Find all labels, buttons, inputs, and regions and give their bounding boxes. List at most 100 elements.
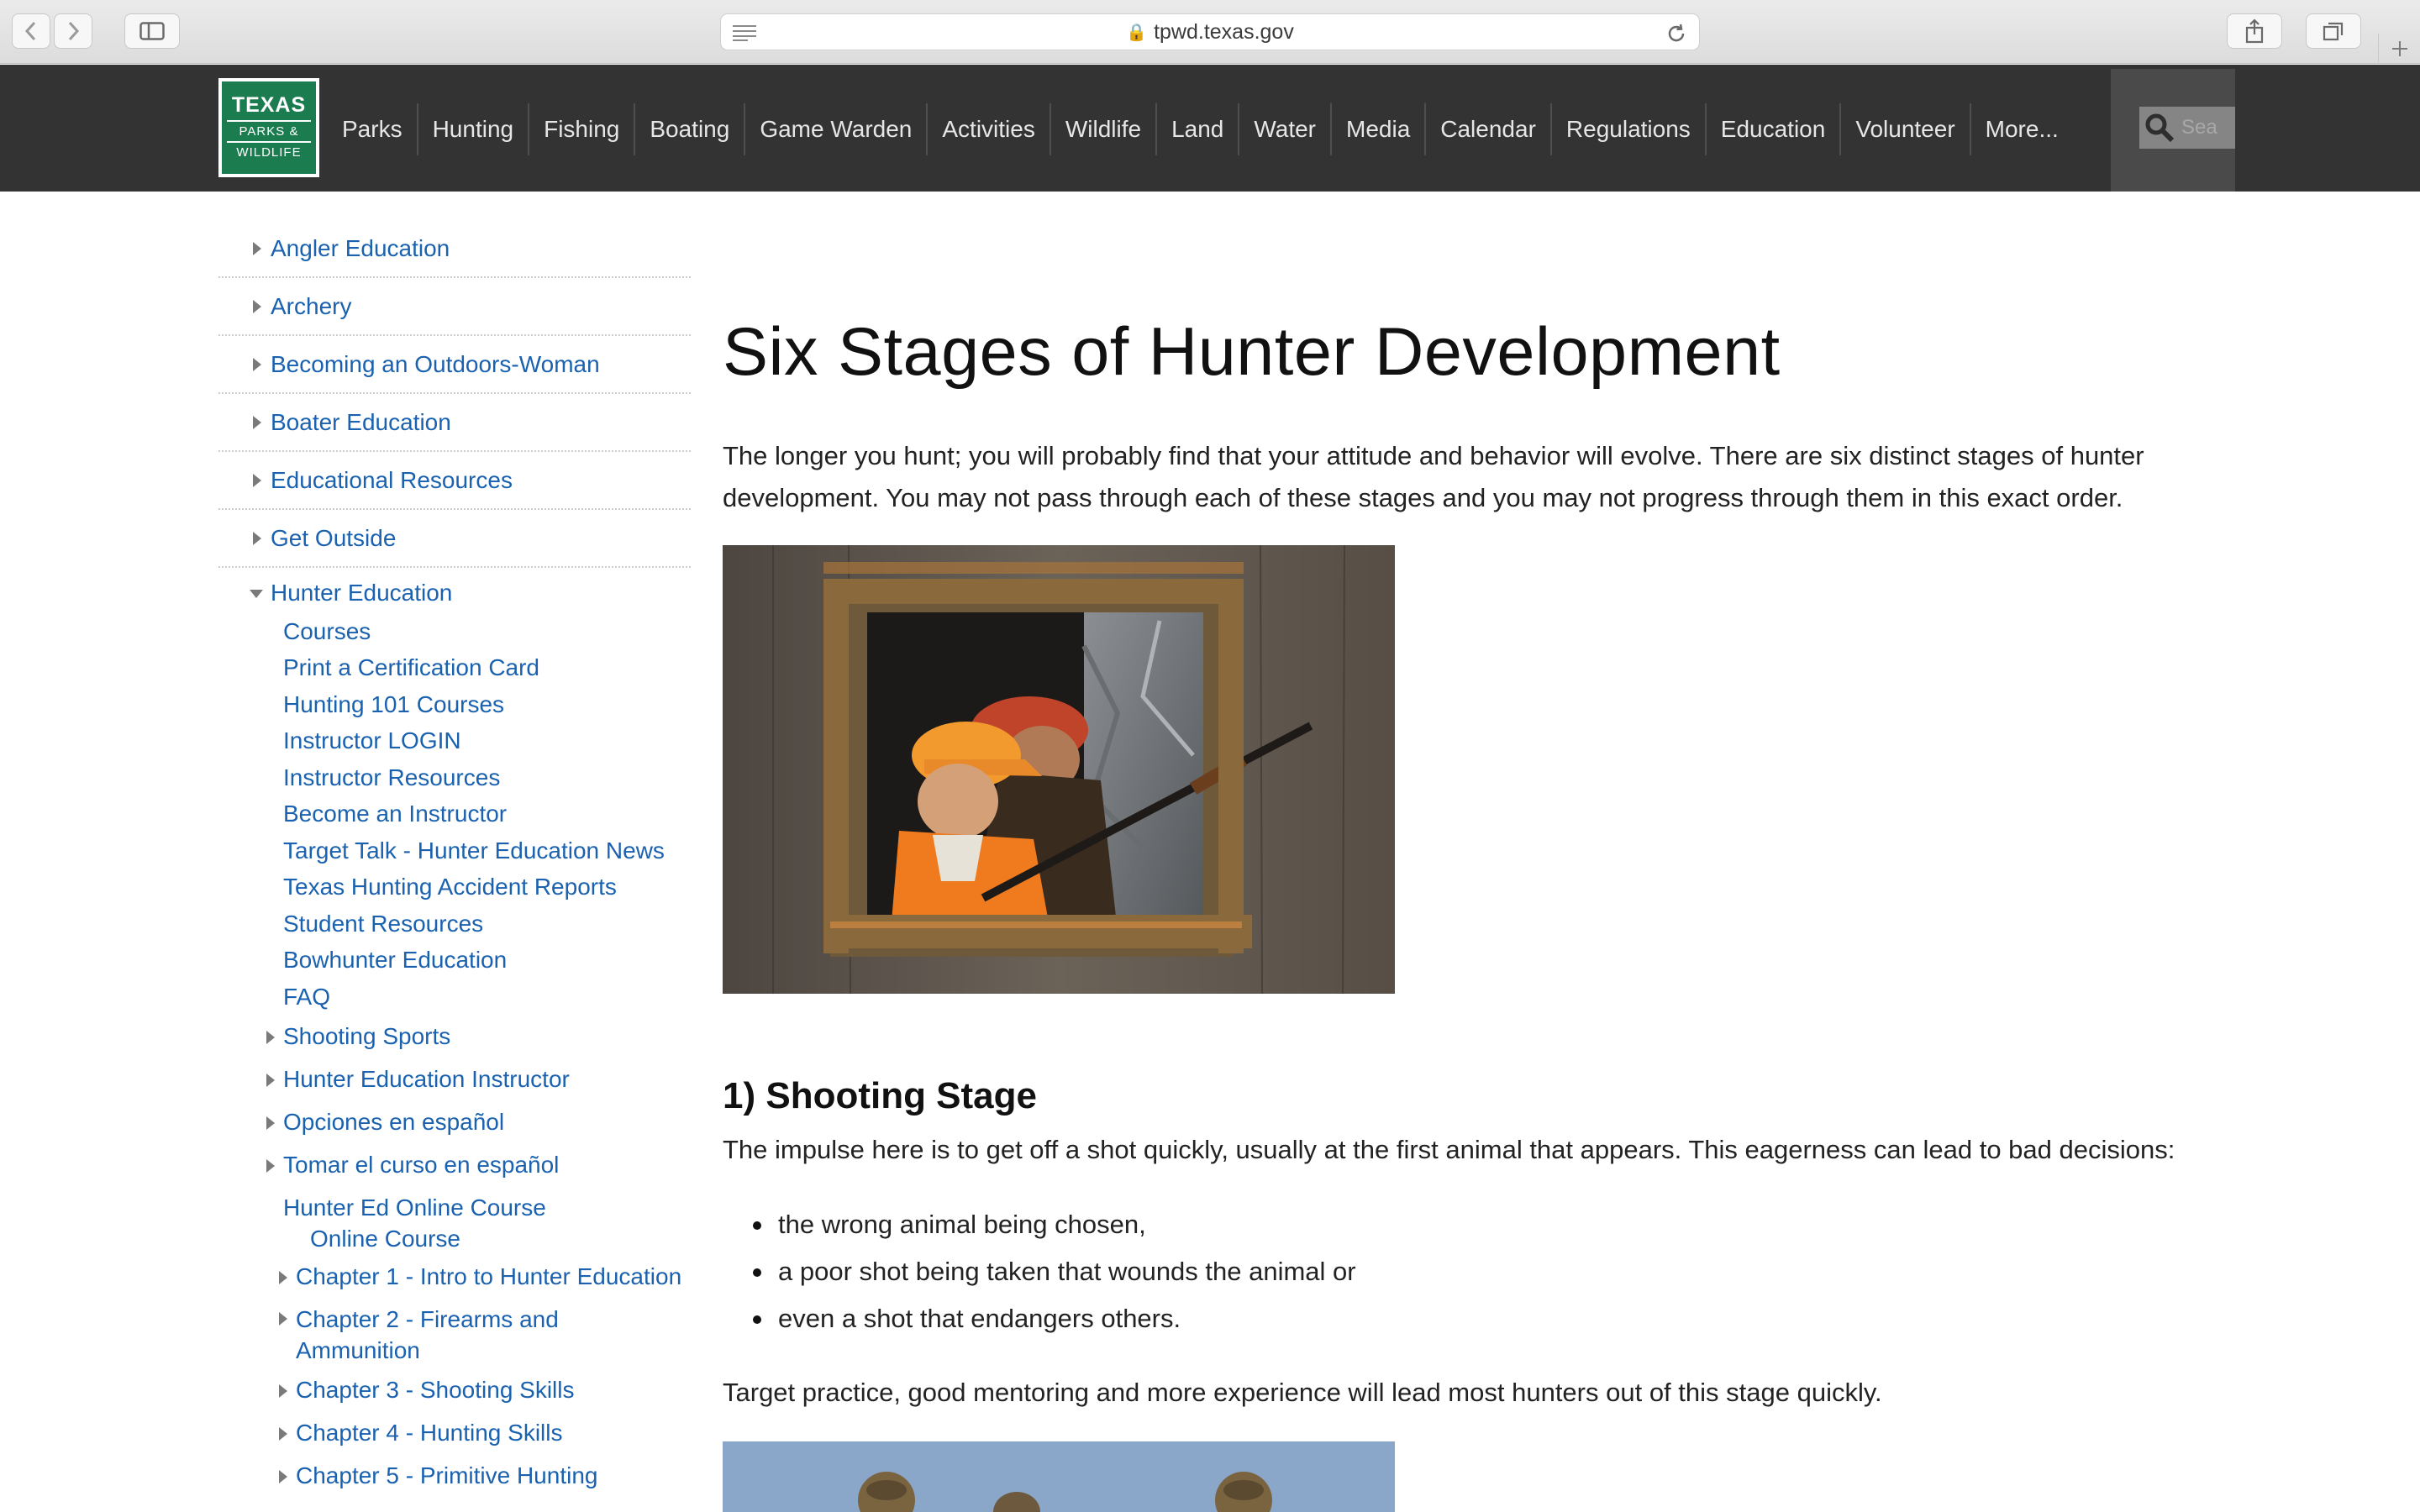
address-bar[interactable]: 🔒 tpwd.texas.gov [720, 13, 1700, 50]
back-button[interactable] [12, 13, 50, 49]
sidebar-chapter-3[interactable]: Chapter 3 - Shooting Skills [218, 1369, 691, 1412]
nav-fishing[interactable]: Fishing [529, 103, 636, 155]
expand-arrow-icon [253, 416, 261, 429]
sidebar-item-boater-education[interactable]: Boater Education [218, 394, 691, 452]
online-course-label: Hunter Ed Online Course [283, 1194, 546, 1221]
sidebar-subitem-become-instructor[interactable]: Become an Instructor [218, 796, 691, 833]
expand-arrow-icon [266, 1158, 275, 1173]
url-text: tpwd.texas.gov [1154, 19, 1294, 44]
nav-game-warden[interactable]: Game Warden [745, 103, 929, 155]
sidebar-chapter-2[interactable]: Chapter 2 - Firearms and Ammunition [218, 1299, 691, 1366]
new-tab-button[interactable] [2378, 34, 2420, 64]
nav-more[interactable]: More... [1971, 103, 2073, 155]
sidebar-subitem-tomar-curso[interactable]: Tomar el curso en español [218, 1144, 691, 1187]
intro-paragraph: The longer you hunt; you will probably f… [723, 435, 2202, 519]
sidebar-chapter-1[interactable]: Chapter 1 - Intro to Hunter Education [218, 1256, 691, 1299]
sidebar-item-becoming-an-outdoors-woman[interactable]: Becoming an Outdoors-Woman [218, 336, 691, 394]
nav-volunteer[interactable]: Volunteer [1841, 103, 1971, 155]
sidebar-subitem-student-resources[interactable]: Student Resources [218, 906, 691, 942]
sidebar-subitem-instructor-login[interactable]: Instructor LOGIN [218, 723, 691, 760]
list-item: a poor shot being taken that wounds the … [753, 1248, 1356, 1295]
bullet-list: the wrong animal being chosen, a poor sh… [753, 1201, 1356, 1342]
chapter-label: Chapter 2 - Firearms and [296, 1305, 559, 1332]
nav-hunting[interactable]: Hunting [418, 103, 530, 155]
chapter-label-cont: Ammunition [296, 1336, 420, 1363]
logo-line-1: TEXAS [231, 93, 307, 117]
sidebar-item-angler-education[interactable]: Angler Education [218, 220, 691, 278]
tpwd-logo[interactable]: TEXAS PARKS & WILDLIFE [218, 78, 319, 177]
browser-toolbar: 🔒 tpwd.texas.gov [0, 0, 2420, 64]
sidebar-toggle-button[interactable] [124, 13, 180, 49]
sidebar-subitem-shooting-sports[interactable]: Shooting Sports [218, 1016, 691, 1058]
nav-land[interactable]: Land [1157, 103, 1240, 155]
chapter-label: Chapter 5 - Primitive Hunting [296, 1462, 598, 1488]
list-item: even a shot that endangers others. [753, 1295, 1356, 1342]
expand-arrow-icon [253, 300, 261, 313]
sidebar-item-label: Opciones en español [283, 1109, 505, 1135]
section-heading-shooting-stage: 1) Shooting Stage [723, 1075, 1037, 1116]
expand-arrow-icon [266, 1030, 275, 1044]
sidebar-subitem-target-talk[interactable]: Target Talk - Hunter Education News [218, 832, 691, 869]
sidebar-item-label: Angler Education [271, 234, 450, 261]
sidebar-item-get-outside[interactable]: Get Outside [218, 510, 691, 568]
logo-line-2: PARKS & [227, 120, 311, 139]
chapter-label: Chapter 1 - Intro to Hunter Education [296, 1263, 682, 1289]
sidebar-subitem-opciones-espanol[interactable]: Opciones en español [218, 1101, 691, 1144]
expand-arrow-icon [253, 358, 261, 371]
nav-wildlife[interactable]: Wildlife [1051, 103, 1158, 155]
sidebar-subitem-courses[interactable]: Courses [218, 613, 691, 650]
search-placeholder: Sea [2181, 116, 2217, 139]
nav-education[interactable]: Education [1707, 103, 1842, 155]
nav-boating[interactable]: Boating [635, 103, 746, 155]
lock-icon: 🔒 [1126, 23, 1148, 42]
sidebar-item-educational-resources[interactable]: Educational Resources [218, 452, 691, 510]
sidebar-subitem-faq[interactable]: FAQ [218, 979, 691, 1016]
expand-arrow-icon [266, 1073, 275, 1087]
sidebar-item-label: Tomar el curso en español [283, 1152, 560, 1178]
sidebar-subitem-online-course[interactable]: Hunter Ed Online Course Online Course [218, 1192, 691, 1254]
sidebar-item-label: Boater Education [271, 408, 451, 435]
sidebar-nav: Angler Education Archery Becoming an Out… [218, 220, 691, 1498]
nav-calendar[interactable]: Calendar [1426, 103, 1552, 155]
sidebar-subitem-accident-reports[interactable]: Texas Hunting Accident Reports [218, 869, 691, 906]
chapter-label: Chapter 4 - Hunting Skills [296, 1420, 563, 1446]
nav-water[interactable]: Water [1239, 103, 1332, 155]
expand-arrow-icon [253, 532, 261, 545]
sidebar-item-label: Becoming an Outdoors-Woman [271, 350, 600, 377]
search-input[interactable]: Sea [2139, 107, 2235, 149]
sidebar-item-label: Shooting Sports [283, 1023, 451, 1049]
tabs-button[interactable] [2306, 13, 2361, 49]
sidebar-subitem-hunting-101[interactable]: Hunting 101 Courses [218, 686, 691, 723]
chevron-right-icon [68, 21, 80, 41]
reload-icon[interactable] [1665, 23, 1687, 45]
sidebar-subitem-bowhunter-education[interactable]: Bowhunter Education [218, 942, 691, 979]
sidebar-subitem-instructor-resources[interactable]: Instructor Resources [218, 759, 691, 796]
hunters-group-photo [723, 1441, 1395, 1512]
main-nav: Parks Hunting Fishing Boating Game Warde… [328, 100, 2073, 159]
page-title: Six Stages of Hunter Development [723, 314, 1781, 390]
sidebar-item-label: Educational Resources [271, 466, 513, 493]
chevron-left-icon [24, 21, 36, 41]
nav-activities[interactable]: Activities [928, 103, 1051, 155]
sidebar-subitem-hunter-ed-instructor[interactable]: Hunter Education Instructor [218, 1058, 691, 1101]
sidebar-chapter-5[interactable]: Chapter 5 - Primitive Hunting [218, 1455, 691, 1498]
sidebar-item-label: Hunter Education Instructor [283, 1066, 570, 1092]
forward-button[interactable] [54, 13, 92, 49]
intro-line-2: development. You may not pass through ea… [723, 483, 2123, 512]
expand-arrow-icon [279, 1311, 287, 1326]
sidebar-item-hunter-education[interactable]: Hunter Education [218, 573, 691, 613]
nav-regulations[interactable]: Regulations [1552, 103, 1707, 155]
sidebar-chapter-4[interactable]: Chapter 4 - Hunting Skills [218, 1412, 691, 1455]
chapter-label: Chapter 3 - Shooting Skills [296, 1377, 575, 1403]
sidebar-item-archery[interactable]: Archery [218, 278, 691, 336]
sidebar-subitem-print-certification[interactable]: Print a Certification Card [218, 650, 691, 687]
hunter-blind-photo [723, 545, 1395, 994]
sidebar-item-label: Hunter Education [271, 580, 453, 606]
nav-parks[interactable]: Parks [328, 103, 418, 155]
expand-arrow-icon [279, 1383, 287, 1398]
expand-arrow-icon [279, 1469, 287, 1483]
nav-media[interactable]: Media [1332, 103, 1427, 155]
expand-arrow-icon [266, 1116, 275, 1130]
sidebar-item-label: Get Outside [271, 524, 397, 551]
share-button[interactable] [2227, 13, 2282, 49]
